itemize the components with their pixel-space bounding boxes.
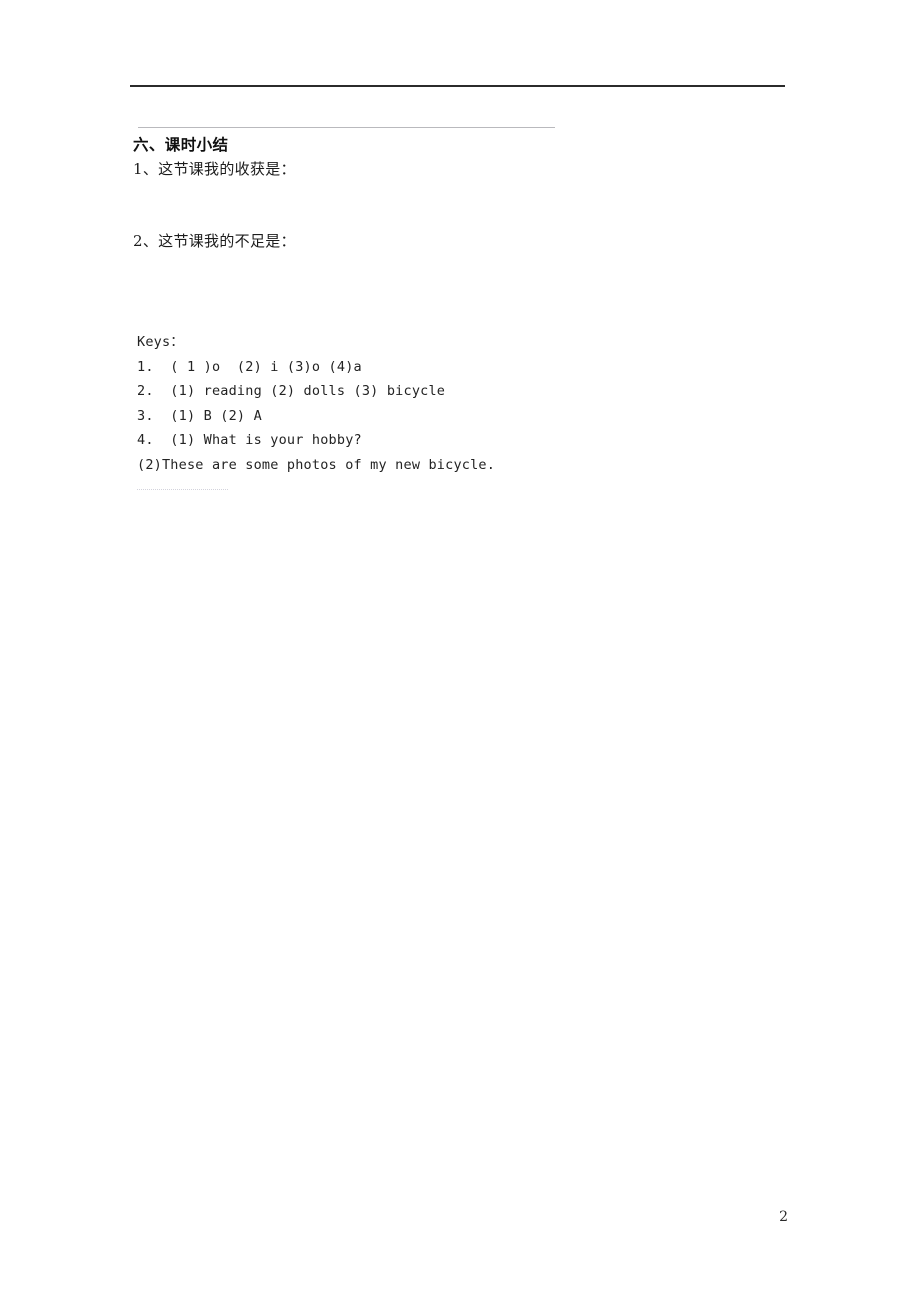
answer-key-line: 1. ( 1 )o (2) i (3)o (4)a xyxy=(137,358,362,375)
section-heading: 六、课时小结 xyxy=(133,135,229,154)
document-page: 六、课时小结 1、这节课我的收获是： 2、这节课我的不足是： Keys： 1. … xyxy=(0,0,920,1302)
answer-key-line: 3. (1) B (2) A xyxy=(137,407,262,424)
header-divider-thin xyxy=(138,127,555,128)
answer-key-section: Keys： 1. ( 1 )o (2) i (3)o (4)a 2. (1) r… xyxy=(137,330,757,478)
summary-prompt-1: 1、这节课我的收获是： xyxy=(133,160,296,178)
answer-space-1 xyxy=(133,181,733,229)
answer-key-line: 4. (1) What is your hobby? xyxy=(137,432,362,449)
page-number: 2 xyxy=(779,1209,788,1225)
lesson-summary-section: 六、课时小结 1、这节课我的收获是： 2、这节课我的不足是： xyxy=(133,133,733,253)
answer-key-title: Keys： xyxy=(137,334,185,350)
answer-key-line: 2. (1) reading (2) dolls (3) bicycle xyxy=(137,383,446,400)
summary-prompt-2: 2、这节课我的不足是： xyxy=(133,232,296,250)
footer-divider-dotted xyxy=(137,489,228,491)
answer-key-line: (2)These are some photos of my new bicyc… xyxy=(137,456,496,473)
header-divider-thick xyxy=(130,85,785,87)
